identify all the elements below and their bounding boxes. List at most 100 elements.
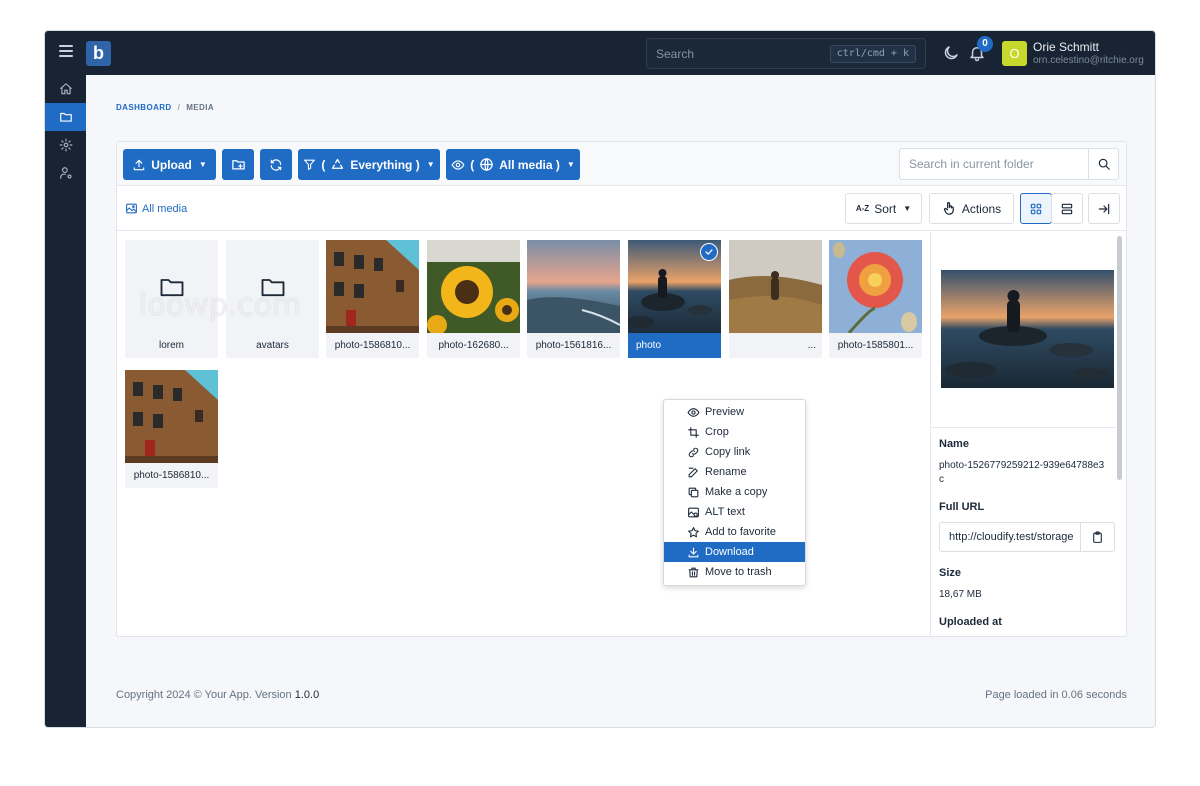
menu-item-label: Add to favorite [705, 526, 776, 538]
menu-item-label: Copy link [705, 446, 751, 458]
menu-item-favorite[interactable]: Add to favorite [664, 522, 805, 542]
folder-icon [59, 112, 72, 122]
menu-item-label: Crop [705, 426, 729, 438]
all-media-link[interactable]: All media [125, 202, 187, 215]
notification-badge: 0 [977, 36, 993, 52]
avatar[interactable]: O [1002, 41, 1027, 66]
sidebar-item-home[interactable] [45, 75, 86, 103]
media-manager: Upload ▼ ( Everything ) ▼ (All media) … [116, 141, 1127, 637]
image-item[interactable]: photo-1585801... [829, 240, 922, 358]
folder-search-input[interactable] [900, 149, 1088, 179]
name-value: photo-1526779259212-939e64788e3c [939, 460, 1105, 485]
menu-item-label: Download [705, 546, 754, 558]
recycle-icon [332, 158, 344, 169]
image-thumbnail [326, 240, 419, 333]
actions-button[interactable]: Actions [929, 193, 1014, 224]
upload-button[interactable]: Upload ▼ [123, 149, 216, 180]
image-item[interactable]: photo-162680... [427, 240, 520, 358]
global-search[interactable]: Search ctrl/cmd + k [646, 38, 926, 69]
footer-load-time: Page loaded in 0.06 seconds [985, 689, 1127, 701]
building-photo [125, 370, 218, 463]
filter-icon [304, 159, 316, 170]
menu-item-copy-link[interactable]: Copy link [664, 442, 805, 462]
menu-item-download[interactable]: Download [664, 542, 805, 562]
sort-az-icon: A-Z [855, 204, 870, 213]
image-item[interactable]: photo-1561816... [527, 240, 620, 358]
chevron-down-icon: ▼ [426, 160, 435, 169]
toggle-details-button[interactable] [1088, 193, 1120, 224]
breadcrumb-dashboard[interactable]: DASHBOARD [116, 103, 172, 112]
edit-icon [688, 467, 698, 477]
view-paren: ( [470, 157, 475, 172]
folder-thumbnail [125, 240, 218, 333]
user-name[interactable]: Orie Schmitt [1033, 40, 1099, 54]
media-toolbar: Upload ▼ ( Everything ) ▼ (All media) … [117, 142, 1126, 186]
user-email: orn.celestino@ritchie.org [1033, 55, 1144, 66]
menu-item-alt-text[interactable]: ALT text [664, 502, 805, 522]
item-label: photo [628, 333, 721, 358]
folder-search-button[interactable] [1088, 149, 1118, 179]
image-thumbnail [829, 240, 922, 333]
image-icon [126, 203, 137, 214]
image-item[interactable]: photo-1586810... [125, 370, 218, 488]
hand-pointer-icon [943, 201, 954, 215]
item-label: avatars [256, 340, 289, 351]
grid-icon [1030, 203, 1042, 214]
image-item[interactable]: ... [729, 240, 822, 358]
moon-icon[interactable] [942, 44, 960, 62]
gear-icon [59, 138, 72, 152]
eye-icon [687, 407, 700, 417]
details-scrollbar[interactable] [1117, 236, 1122, 480]
globe-icon [480, 158, 493, 171]
user-settings-icon [59, 167, 72, 179]
menu-item-rename[interactable]: Rename [664, 462, 805, 482]
copy-icon [688, 487, 699, 497]
clipboard-icon [1093, 531, 1102, 543]
item-label: photo-1586810... [133, 470, 210, 481]
sidebar-item-media[interactable] [45, 103, 86, 131]
app-window: b Search ctrl/cmd + k 0 O Orie Schmitt o… [44, 30, 1156, 728]
size-label: Size [939, 567, 962, 579]
copy-url-button[interactable] [1080, 523, 1114, 551]
list-view-button[interactable] [1051, 193, 1083, 224]
size-value: 18,67 MB [939, 589, 982, 600]
folder-search [899, 148, 1119, 180]
sunflower-photo [427, 240, 520, 333]
folder-plus-icon [231, 160, 245, 170]
global-search-placeholder: Search [656, 47, 695, 61]
image-item-selected[interactable]: photo [628, 240, 721, 358]
sort-dropdown[interactable]: A-Z Sort ▼ [845, 193, 922, 224]
sidebar-item-users[interactable] [45, 159, 86, 187]
menu-item-trash[interactable]: Move to trash [664, 562, 805, 582]
item-label: lorem [158, 340, 184, 351]
search-shortcut-hint: ctrl/cmd + k [829, 45, 916, 63]
item-label: photo-162680... [438, 340, 509, 351]
url-field[interactable]: http://cloudify.test/storage [939, 522, 1115, 552]
menu-item-make-copy[interactable]: Make a copy [664, 482, 805, 502]
building-photo [326, 240, 419, 333]
folder-item[interactable]: lorem [125, 240, 218, 358]
folder-icon [160, 278, 183, 296]
upload-label: Upload [151, 157, 192, 172]
filter-dropdown[interactable]: ( Everything ) ▼ [298, 149, 440, 180]
menu-item-crop[interactable]: Crop [664, 422, 805, 442]
view-dropdown[interactable]: ( All media ) ▼ [446, 149, 580, 180]
folder-thumbnail [226, 240, 319, 333]
chevron-down-icon: ▼ [566, 160, 575, 169]
folder-item[interactable]: avatars [226, 240, 319, 358]
app-logo[interactable]: b [86, 41, 111, 66]
search-icon [1098, 158, 1110, 170]
uploaded-label: Uploaded at [939, 616, 1002, 628]
refresh-button[interactable] [260, 149, 292, 180]
selected-check-icon[interactable] [700, 243, 718, 261]
media-subbar: All media A-Z Sort ▼ Actions [117, 187, 1126, 231]
version-text: 1.0.0 [294, 689, 320, 701]
sidebar-item-settings[interactable] [45, 131, 86, 159]
menu-toggle-icon[interactable] [59, 45, 73, 57]
home-icon [59, 83, 72, 95]
image-item[interactable]: photo-1586810... [326, 240, 419, 358]
grid-view-button[interactable] [1020, 193, 1052, 224]
menu-item-preview[interactable]: Preview [664, 402, 805, 422]
new-folder-button[interactable] [222, 149, 254, 180]
chevron-down-icon: ▼ [198, 160, 207, 169]
